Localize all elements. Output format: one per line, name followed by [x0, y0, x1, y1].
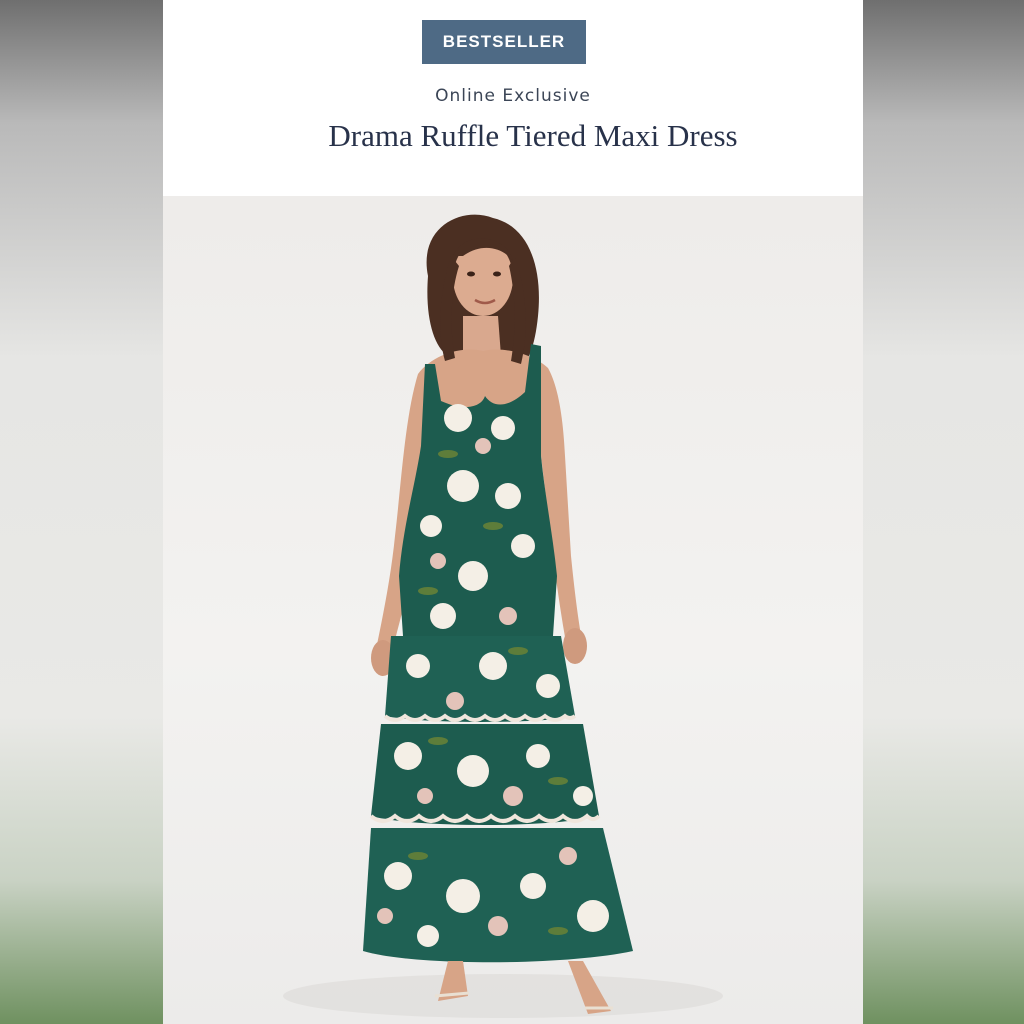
online-exclusive-label: Online Exclusive: [435, 86, 591, 106]
product-card: BESTSELLER Online Exclusive Drama Ruffle…: [163, 0, 863, 1024]
model-illustration: [283, 214, 723, 1018]
product-header: BESTSELLER Online Exclusive Drama Ruffle…: [163, 0, 863, 196]
product-photo[interactable]: [163, 196, 863, 1024]
left-blurred-backdrop: [0, 0, 163, 1024]
bestseller-badge: BESTSELLER: [422, 20, 586, 64]
product-title: Drama Ruffle Tiered Maxi Dress: [328, 118, 738, 153]
